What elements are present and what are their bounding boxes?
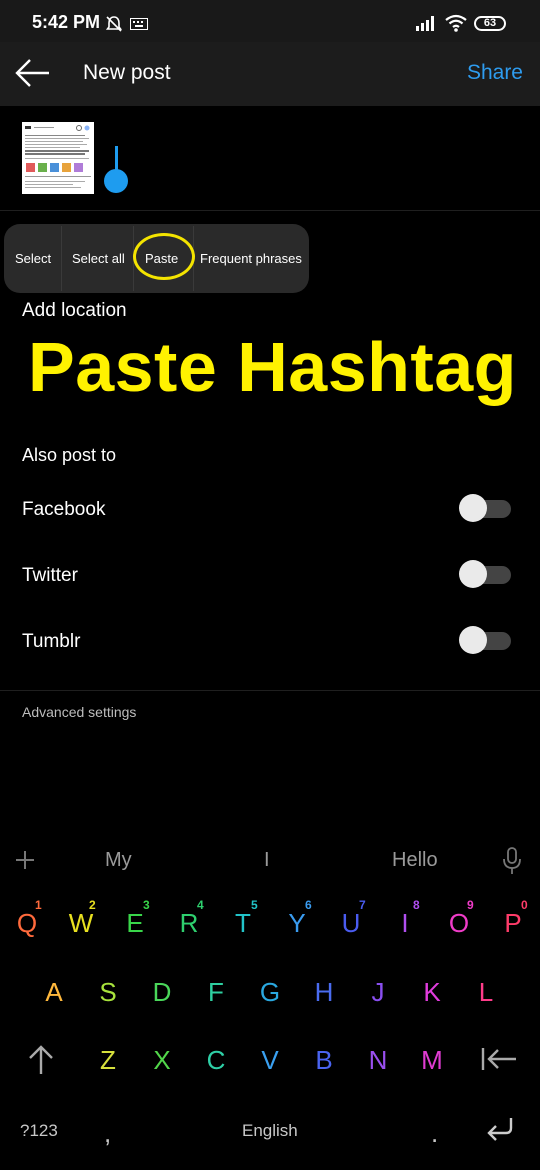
key-number-hint: 2 bbox=[89, 898, 96, 912]
overlay-caption: Paste Hashtag bbox=[28, 328, 517, 406]
notifications-off-icon bbox=[105, 16, 123, 32]
key-number-hint: 6 bbox=[305, 898, 312, 912]
period-key[interactable]: . bbox=[431, 1118, 438, 1149]
key-e[interactable]: E bbox=[115, 908, 155, 939]
key-m[interactable]: M bbox=[412, 1045, 452, 1076]
toggle-knob bbox=[459, 626, 487, 654]
key-q[interactable]: Q bbox=[7, 908, 47, 939]
shift-icon[interactable] bbox=[28, 1045, 54, 1075]
suggestion-1[interactable]: My bbox=[105, 849, 132, 872]
suggestion-3[interactable]: Hello bbox=[392, 849, 438, 872]
also-post-to-heading: Also post to bbox=[22, 445, 117, 465]
network-facebook-label: Facebook bbox=[22, 499, 106, 520]
key-number-hint: 0 bbox=[521, 898, 528, 912]
key-b[interactable]: B bbox=[304, 1045, 344, 1076]
page-title: New post bbox=[83, 61, 171, 84]
key-f[interactable]: F bbox=[196, 977, 236, 1008]
key-c[interactable]: C bbox=[196, 1045, 236, 1076]
key-h[interactable]: H bbox=[304, 977, 344, 1008]
symbols-key[interactable]: ?123 bbox=[20, 1121, 58, 1141]
toggle-knob bbox=[459, 560, 487, 588]
status-time: 5:42 PM bbox=[32, 12, 101, 32]
wifi-icon bbox=[445, 14, 467, 32]
key-y[interactable]: Y bbox=[277, 908, 317, 939]
key-j[interactable]: J bbox=[358, 977, 398, 1008]
key-v[interactable]: V bbox=[250, 1045, 290, 1076]
key-g[interactable]: G bbox=[250, 977, 290, 1008]
toggle-knob bbox=[459, 494, 487, 522]
keyboard-icon bbox=[130, 18, 148, 30]
menu-select[interactable]: Select bbox=[15, 251, 51, 266]
menu-separator bbox=[61, 226, 62, 291]
key-r[interactable]: R bbox=[169, 908, 209, 939]
menu-frequent-phrases[interactable]: Frequent phrases bbox=[200, 251, 302, 266]
key-z[interactable]: Z bbox=[88, 1045, 128, 1076]
key-i[interactable]: I bbox=[385, 908, 425, 939]
network-tumblr-label: Tumblr bbox=[22, 631, 81, 652]
key-w[interactable]: W bbox=[61, 908, 101, 939]
cursor-handle[interactable] bbox=[104, 169, 128, 193]
key-number-hint: 8 bbox=[413, 898, 420, 912]
key-number-hint: 5 bbox=[251, 898, 258, 912]
key-p[interactable]: P bbox=[493, 908, 533, 939]
network-twitter-label: Twitter bbox=[22, 565, 78, 586]
suggestion-2[interactable]: I bbox=[264, 849, 270, 872]
key-s[interactable]: S bbox=[88, 977, 128, 1008]
highlight-circle bbox=[133, 233, 195, 280]
microphone-icon[interactable] bbox=[502, 847, 522, 875]
comma-key[interactable]: , bbox=[104, 1118, 111, 1149]
space-key[interactable]: English bbox=[242, 1121, 298, 1141]
plus-icon[interactable] bbox=[15, 850, 35, 870]
key-number-hint: 1 bbox=[35, 898, 42, 912]
divider bbox=[0, 690, 540, 691]
key-d[interactable]: D bbox=[142, 977, 182, 1008]
battery-indicator: 63 bbox=[474, 16, 506, 31]
key-o[interactable]: O bbox=[439, 908, 479, 939]
key-number-hint: 7 bbox=[359, 898, 366, 912]
back-arrow-icon[interactable] bbox=[14, 58, 52, 88]
key-number-hint: 3 bbox=[143, 898, 150, 912]
enter-icon[interactable] bbox=[485, 1116, 515, 1142]
key-t[interactable]: T bbox=[223, 908, 263, 939]
app-bar bbox=[0, 42, 540, 106]
menu-select-all[interactable]: Select all bbox=[72, 251, 125, 266]
key-l[interactable]: L bbox=[466, 977, 506, 1008]
share-button[interactable]: Share bbox=[467, 61, 523, 85]
key-number-hint: 4 bbox=[197, 898, 204, 912]
key-u[interactable]: U bbox=[331, 908, 371, 939]
key-a[interactable]: A bbox=[34, 977, 74, 1008]
key-k[interactable]: K bbox=[412, 977, 452, 1008]
divider bbox=[0, 210, 540, 211]
signal-icon bbox=[416, 16, 434, 31]
backspace-icon[interactable] bbox=[481, 1046, 517, 1072]
key-x[interactable]: X bbox=[142, 1045, 182, 1076]
advanced-settings-link[interactable]: Advanced settings bbox=[22, 704, 136, 720]
key-number-hint: 9 bbox=[467, 898, 474, 912]
post-thumbnail[interactable] bbox=[22, 122, 94, 194]
key-n[interactable]: N bbox=[358, 1045, 398, 1076]
add-location[interactable]: Add location bbox=[22, 300, 127, 322]
